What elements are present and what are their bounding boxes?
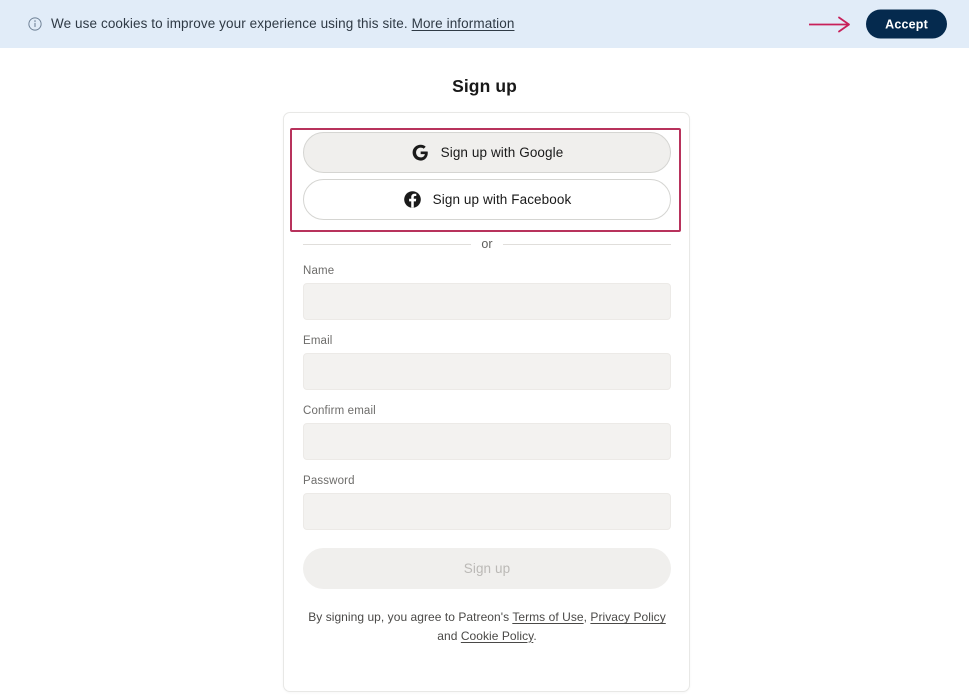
cookie-message-sentence: We use cookies to improve your experienc… [51,16,408,32]
email-field-group: Email [303,335,671,390]
more-information-link[interactable]: More information [412,16,515,31]
sign-up-with-google-button[interactable]: Sign up with Google [303,132,671,173]
sign-up-with-facebook-label: Sign up with Facebook [432,192,572,207]
terms-prefix-text: By signing up, you agree to Patreon's [308,610,513,624]
terms-of-use-link[interactable]: Terms of Use [512,610,583,624]
divider-rule-left [303,243,472,245]
email-input[interactable] [303,353,671,390]
terms-disclaimer: By signing up, you agree to Patreon's Te… [303,608,671,645]
confirm-email-field-label: Confirm email [303,405,376,417]
privacy-policy-link[interactable]: Privacy Policy [590,610,665,624]
password-input[interactable] [303,493,671,530]
accept-area: Accept [808,9,947,39]
annotation-arrow-icon [809,16,851,32]
terms-period: . [533,628,537,643]
terms-and-text: and [437,628,461,643]
page-title: Sign up [452,76,517,96]
email-field-label: Email [303,335,333,347]
accept-cookies-button[interactable]: Accept [866,9,947,39]
cookie-consent-banner: We use cookies to improve your experienc… [0,0,969,48]
password-field-group: Password [303,475,671,530]
or-divider-label: or [481,237,493,251]
cookie-message-group: We use cookies to improve your experienc… [28,17,514,31]
signup-card-content: Sign up with Google Sign up with Faceboo… [303,132,672,645]
cookie-policy-link[interactable]: Cookie Policy [461,629,533,643]
sign-up-submit-button[interactable]: Sign up [303,548,671,589]
cookie-message-text: We use cookies to improve your experienc… [51,17,514,31]
sign-up-with-google-label: Sign up with Google [440,145,564,160]
signup-card: Sign up with Google Sign up with Faceboo… [283,112,690,692]
name-field-label: Name [303,265,335,277]
google-g-icon [412,144,428,161]
divider-rule-right [502,243,672,245]
confirm-email-input[interactable] [303,423,671,460]
or-divider: or [303,237,672,251]
name-input[interactable] [303,283,671,320]
sign-up-with-facebook-button[interactable]: Sign up with Facebook [303,179,671,220]
confirm-email-field-group: Confirm email [303,405,671,460]
facebook-f-icon [403,191,421,208]
password-field-label: Password [303,475,355,487]
name-field-group: Name [303,265,671,320]
info-circle-icon [28,17,42,31]
